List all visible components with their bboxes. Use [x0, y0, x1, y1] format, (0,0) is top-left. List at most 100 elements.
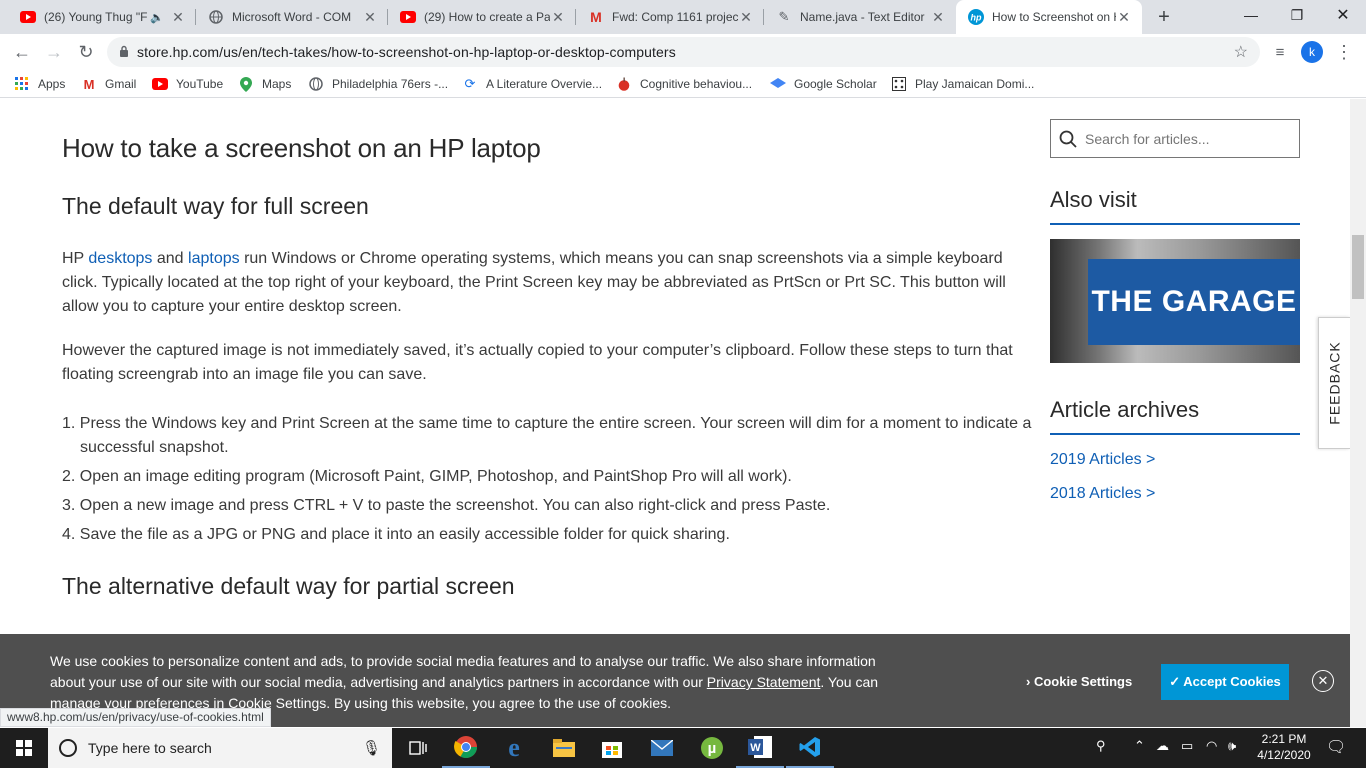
volume-icon[interactable]: 🕪	[1228, 738, 1236, 754]
subsection-heading-full-screen: The default way for full screen	[62, 193, 369, 219]
tab-title: (29) How to create a Pa	[424, 10, 550, 24]
close-tab-icon[interactable]: ✕	[930, 9, 946, 26]
the-garage-banner[interactable]: THE GARAGE	[1050, 239, 1300, 363]
maps-icon	[238, 76, 254, 92]
scrollbar-thumb[interactable]	[1352, 235, 1364, 299]
search-icon	[1059, 130, 1077, 148]
privacy-statement-link[interactable]: Privacy Statement	[707, 674, 821, 690]
media-control-icon[interactable]: ≡	[1266, 38, 1294, 66]
close-icon[interactable]: ✕	[1312, 670, 1334, 692]
article-search-box[interactable]	[1050, 119, 1300, 158]
scholar-icon	[770, 76, 786, 92]
list-item: 3. Open a new image and press CTRL + V t…	[62, 497, 831, 514]
chrome-taskbar-icon[interactable]	[442, 728, 490, 768]
bookmark-label: Maps	[262, 77, 292, 91]
bookmark-label: Apps	[38, 77, 66, 91]
text-editor-icon: ✎	[778, 9, 790, 24]
utorrent-icon[interactable]: µ	[688, 728, 736, 768]
bookmark-gmail[interactable]: M Gmail	[81, 75, 137, 93]
bookmark-youtube[interactable]: YouTube	[152, 75, 223, 93]
clock-date: 4/12/2020	[1257, 748, 1311, 762]
search-input[interactable]	[1085, 130, 1285, 147]
menu-icon[interactable]: ⋮	[1330, 38, 1358, 66]
tab-youtube-young-thug[interactable]: (26) Young Thug "F 🔈 ✕	[8, 0, 196, 34]
bookmark-label: YouTube	[176, 77, 224, 91]
address-bar-url: store.hp.com/us/en/tech-takes/how-to-scr…	[137, 44, 676, 60]
forward-button[interactable]: →	[40, 38, 68, 66]
bookmark-apps[interactable]: Apps	[14, 75, 65, 93]
accept-cookies-button[interactable]: ✓ Accept Cookies	[1161, 664, 1289, 700]
notifications-icon[interactable]: 🗨	[1326, 737, 1346, 757]
tab-gmail[interactable]: M Fwd: Comp 1161 projec ✕	[576, 0, 764, 34]
tab-youtube-how-to[interactable]: (29) How to create a Pa ✕	[388, 0, 576, 34]
page-content: How to take a screenshot on an HP laptop…	[0, 99, 1350, 727]
start-button[interactable]	[0, 728, 48, 768]
section-heading: How to take a screenshot on an HP laptop	[62, 133, 541, 163]
bookmark-76ers[interactable]: Philadelphia 76ers -...	[308, 75, 448, 93]
tab-text-editor[interactable]: ✎ Name.java - Text Editor ✕	[764, 0, 956, 34]
article-paragraph-1: HP desktops and laptops run Windows or C…	[62, 250, 1006, 315]
bookmark-dominoes[interactable]: Play Jamaican Domi...	[891, 75, 1034, 93]
vscode-taskbar-icon[interactable]	[786, 728, 834, 768]
window-close-button[interactable]: ✕	[1320, 0, 1366, 30]
archive-link-2019[interactable]: 2019 Articles >	[1050, 451, 1155, 469]
close-tab-icon[interactable]: ✕	[170, 9, 186, 26]
taskbar-search-placeholder: Type here to search	[88, 740, 212, 756]
also-visit-heading: Also visit	[1050, 187, 1137, 212]
tab-title: Fwd: Comp 1161 projec	[612, 10, 738, 24]
mail-icon[interactable]	[638, 728, 686, 768]
reload-button[interactable]: ↻	[72, 38, 100, 66]
store-icon[interactable]	[588, 728, 636, 768]
back-button[interactable]: ←	[8, 38, 36, 66]
cortana-icon	[59, 739, 77, 757]
bookmark-maps[interactable]: Maps	[238, 75, 291, 93]
cookie-settings-button[interactable]: › Cookie Settings	[1026, 674, 1132, 689]
svg-text:W: W	[750, 742, 761, 754]
taskbar-search-box[interactable]: Type here to search 🎙	[48, 728, 392, 768]
tab-hp-screenshot[interactable]: hp How to Screenshot on H ✕	[956, 0, 1142, 34]
youtube-icon	[20, 9, 36, 25]
chevron-up-icon[interactable]: ⌃	[1134, 738, 1145, 754]
subsection-heading-partial-screen: The alternative default way for partial …	[62, 573, 515, 599]
tab-title: Name.java - Text Editor	[800, 10, 925, 24]
article-paragraph-2: However the captured image is not immedi…	[62, 342, 1013, 383]
desktops-link[interactable]: desktops	[88, 250, 152, 267]
people-icon[interactable]: ⚲	[1096, 738, 1106, 754]
windows-taskbar: Type here to search 🎙 e µ W ⚲ ⌃ ☁ ▭ ◠ 🕪 …	[0, 728, 1366, 768]
close-tab-icon[interactable]: ✕	[1116, 9, 1132, 26]
edge-taskbar-icon[interactable]: e	[490, 728, 538, 768]
bookmark-google-scholar[interactable]: Google Scholar	[770, 75, 877, 93]
bookmark-cognitive[interactable]: Cognitive behaviou...	[616, 75, 752, 93]
list-item: 2. Open an image editing program (Micros…	[62, 468, 792, 485]
wifi-icon[interactable]: ◠	[1206, 738, 1217, 754]
laptops-link[interactable]: laptops	[188, 250, 240, 267]
close-tab-icon[interactable]: ✕	[550, 9, 566, 26]
microphone-icon[interactable]: 🎙	[362, 739, 381, 757]
word-taskbar-icon[interactable]: W	[736, 728, 784, 768]
tab-microsoft-word[interactable]: Microsoft Word - COM ✕	[196, 0, 388, 34]
tab-title: How to Screenshot on H	[992, 10, 1116, 24]
task-view-icon[interactable]	[394, 728, 442, 768]
svg-text:hp: hp	[971, 13, 982, 23]
bookmarks-bar: Apps M Gmail YouTube Maps Philadelphia 7…	[0, 70, 1366, 98]
file-explorer-icon[interactable]	[540, 728, 588, 768]
close-tab-icon[interactable]: ✕	[738, 9, 754, 26]
bookmark-star-icon[interactable]: ☆	[1234, 42, 1248, 62]
page-scrollbar[interactable]	[1350, 99, 1366, 727]
onedrive-icon[interactable]: ☁	[1156, 738, 1169, 754]
gmail-icon: M	[83, 76, 95, 92]
profile-avatar[interactable]: k	[1301, 41, 1323, 63]
close-tab-icon[interactable]: ✕	[362, 9, 378, 26]
feedback-label: FEEDBACK	[1326, 341, 1343, 425]
archive-link-2018[interactable]: 2018 Articles >	[1050, 485, 1155, 503]
minimize-button[interactable]: —	[1228, 0, 1274, 30]
tab-strip: (26) Young Thug "F 🔈 ✕ Microsoft Word - …	[0, 0, 1366, 34]
taskbar-clock[interactable]: 2:21 PM 4/12/2020	[1248, 731, 1320, 763]
address-bar[interactable]: store.hp.com/us/en/tech-takes/how-to-scr…	[107, 37, 1260, 67]
bookmark-literature[interactable]: ⟳ A Literature Overvie...	[462, 75, 603, 93]
maximize-button[interactable]: ❐	[1274, 0, 1320, 30]
feedback-tab[interactable]: FEEDBACK	[1318, 317, 1350, 449]
divider	[1050, 223, 1300, 225]
battery-icon[interactable]: ▭	[1181, 738, 1193, 754]
new-tab-button[interactable]: +	[1152, 6, 1176, 28]
